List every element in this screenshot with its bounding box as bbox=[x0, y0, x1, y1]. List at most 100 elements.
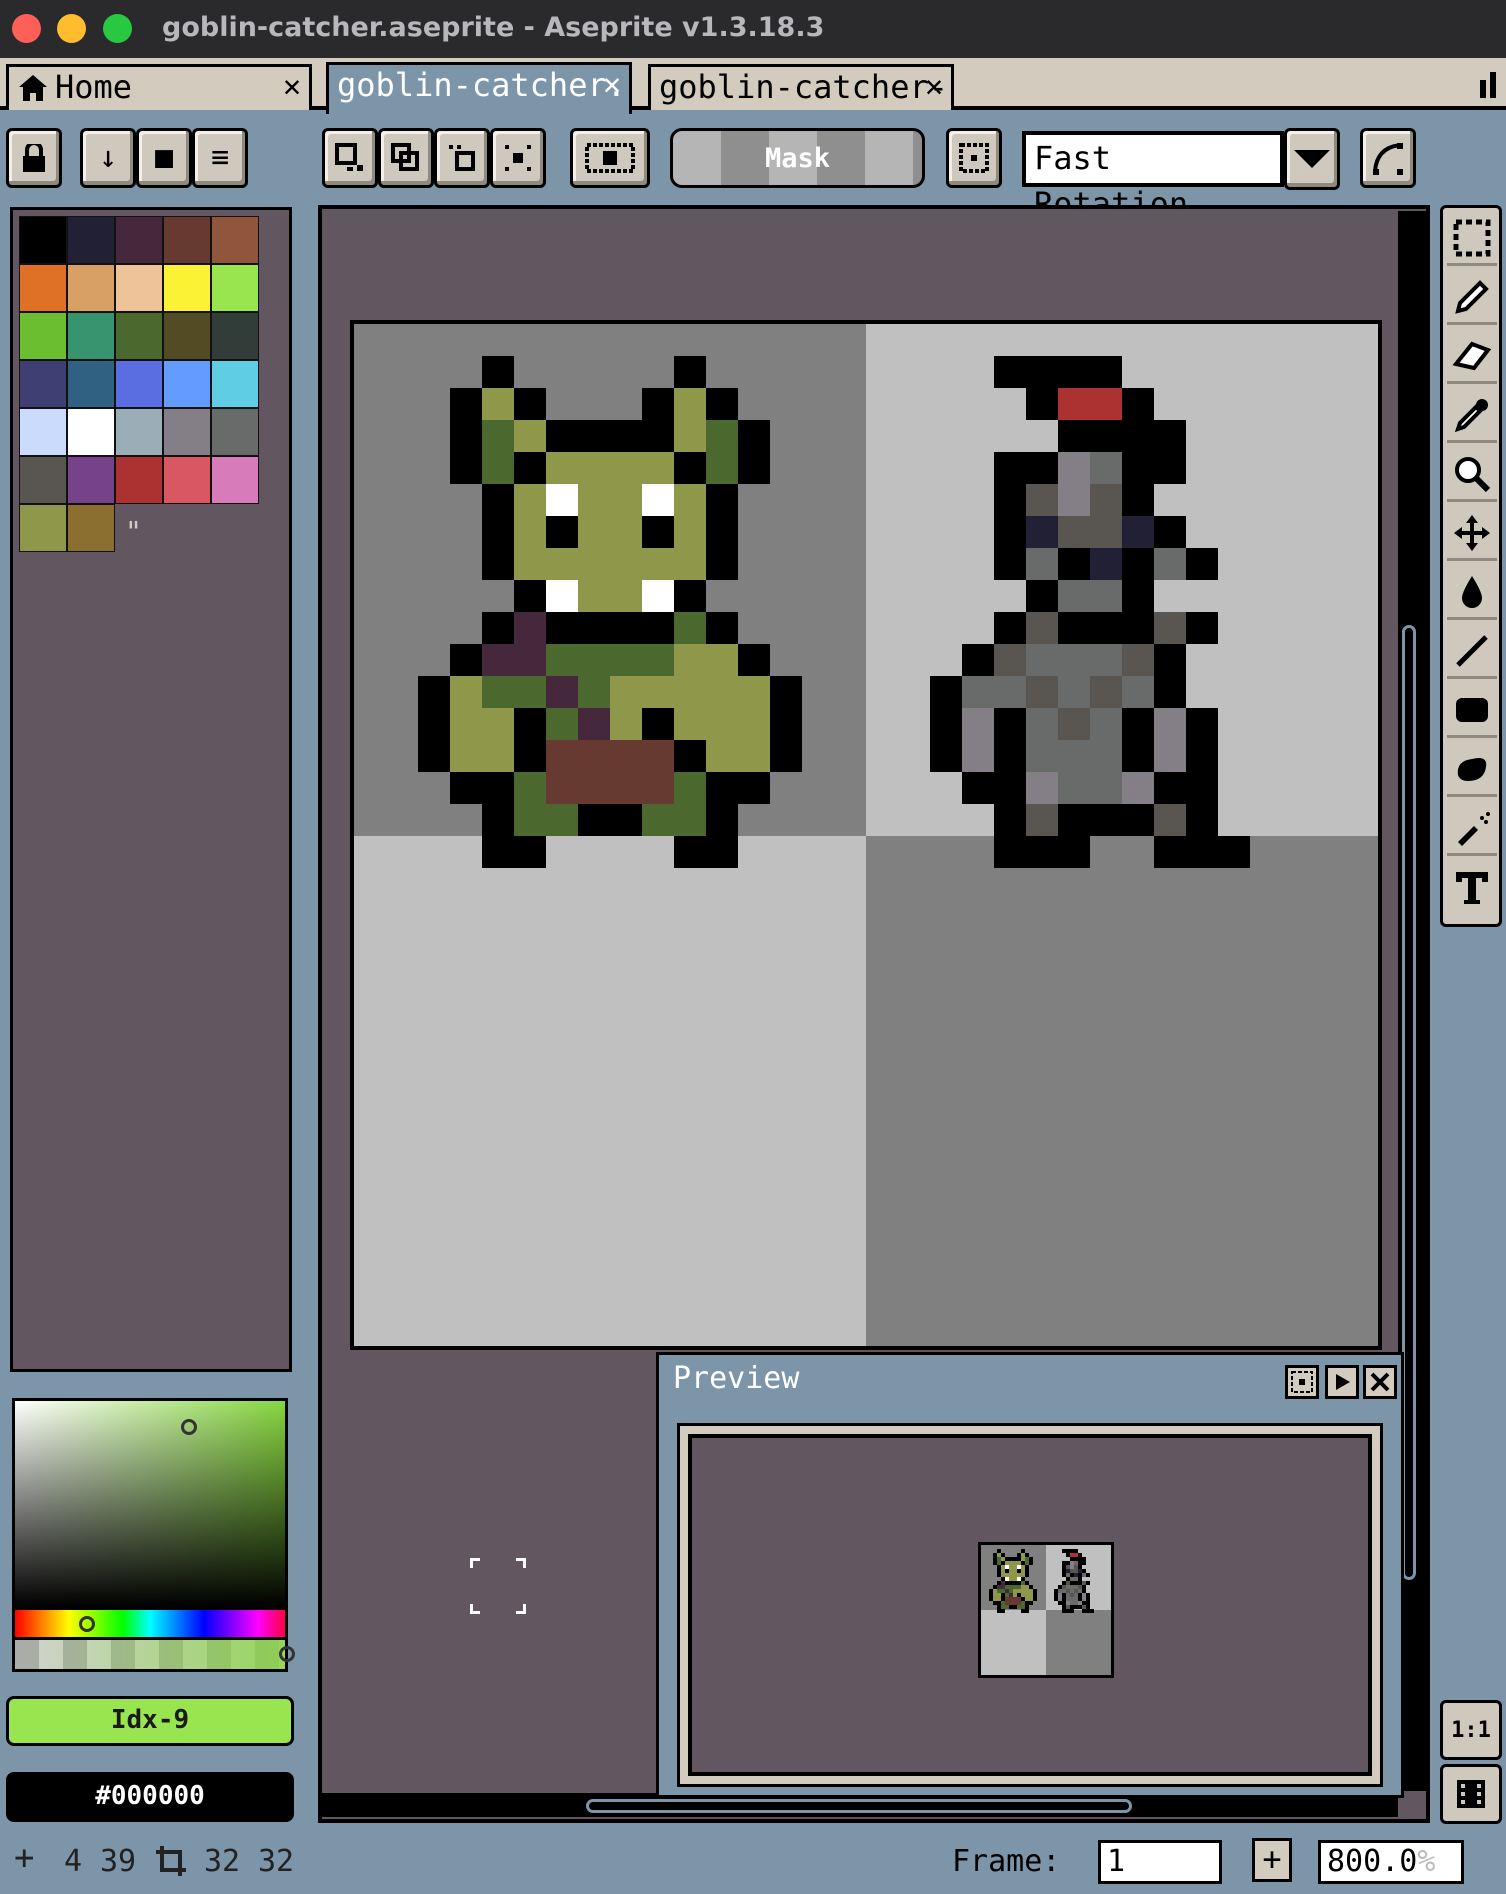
text-tool[interactable] bbox=[1447, 861, 1497, 915]
mask-color-button[interactable]: Mask bbox=[670, 128, 925, 188]
tab-goblin-catcher-2[interactable]: goblin-catcher- ✕ bbox=[648, 64, 954, 110]
new-frame-button[interactable]: + bbox=[1252, 1838, 1292, 1882]
palette-swatch[interactable] bbox=[211, 264, 259, 312]
sprite-pixel bbox=[1186, 740, 1218, 772]
zoom-window-button[interactable] bbox=[103, 14, 132, 43]
contour-tool[interactable] bbox=[1447, 743, 1497, 797]
close-window-button[interactable] bbox=[12, 14, 41, 43]
palette-swatch[interactable] bbox=[211, 216, 259, 264]
palette-swatch[interactable] bbox=[115, 360, 163, 408]
palette-swatch[interactable] bbox=[115, 264, 163, 312]
sprite-pixel bbox=[546, 420, 578, 452]
selection-replace-button[interactable] bbox=[322, 128, 378, 188]
palette-swatch[interactable] bbox=[115, 312, 163, 360]
palette-swatch[interactable] bbox=[211, 312, 259, 360]
palette-swatch[interactable] bbox=[67, 216, 115, 264]
tab-close-icon[interactable]: ✕ bbox=[603, 65, 621, 105]
pencil-tool[interactable] bbox=[1447, 271, 1497, 325]
preview-window[interactable]: Preview bbox=[656, 1352, 1404, 1798]
palette-swatch[interactable] bbox=[163, 312, 211, 360]
hue-slider[interactable] bbox=[12, 1610, 288, 1640]
eyedropper-tool[interactable] bbox=[1447, 389, 1497, 443]
palette-swatch[interactable] bbox=[163, 408, 211, 456]
line-tool[interactable] bbox=[1447, 625, 1497, 679]
sprite-pixel bbox=[1090, 356, 1122, 388]
sv-knob[interactable] bbox=[181, 1419, 197, 1435]
palette-resize-handle[interactable]: " bbox=[125, 515, 142, 548]
horizontal-scrollbar-thumb[interactable] bbox=[586, 1799, 1132, 1813]
layer-menu-button[interactable]: ≡ bbox=[192, 128, 248, 188]
palette-swatch[interactable] bbox=[67, 504, 115, 552]
alpha-knob[interactable] bbox=[279, 1646, 295, 1662]
palette-swatch[interactable] bbox=[19, 504, 67, 552]
palette-swatch[interactable] bbox=[19, 312, 67, 360]
rotation-dropdown-button[interactable] bbox=[1284, 128, 1340, 190]
palette-swatch[interactable] bbox=[211, 360, 259, 408]
palette-swatch[interactable] bbox=[67, 408, 115, 456]
background-color-button[interactable]: #000000 bbox=[6, 1772, 294, 1822]
palette-swatch[interactable] bbox=[19, 408, 67, 456]
palette-swatch[interactable] bbox=[163, 456, 211, 504]
new-layer-button[interactable]: ■ bbox=[136, 128, 192, 188]
rectangle-tool[interactable] bbox=[1447, 684, 1497, 738]
move-tool[interactable] bbox=[1447, 507, 1497, 561]
transform-options-button[interactable] bbox=[1360, 128, 1416, 188]
palette-swatch[interactable] bbox=[115, 456, 163, 504]
foreground-color-button[interactable]: Idx-9 bbox=[6, 1696, 294, 1746]
merge-down-button[interactable]: ↓ bbox=[80, 128, 136, 188]
hue-knob[interactable] bbox=[79, 1616, 95, 1632]
minimize-window-button[interactable] bbox=[57, 14, 86, 43]
checker-tile bbox=[866, 836, 1378, 1346]
tab-overflow-icon[interactable] bbox=[1480, 72, 1498, 98]
preview-viewport[interactable] bbox=[688, 1434, 1372, 1776]
selection-subtract-button[interactable] bbox=[434, 128, 490, 188]
zoom-tool[interactable] bbox=[1447, 448, 1497, 502]
palette-swatch[interactable] bbox=[163, 216, 211, 264]
tab-goblin-catcher-active[interactable]: goblin-catcher. ✕ bbox=[326, 62, 632, 114]
palette-swatch[interactable] bbox=[163, 360, 211, 408]
palette-swatch[interactable] bbox=[211, 456, 259, 504]
marquee-tool[interactable] bbox=[1447, 212, 1497, 266]
sprite-pixel bbox=[1029, 1601, 1033, 1605]
zoom-1-to-1-button[interactable]: 1:1 bbox=[1440, 1700, 1502, 1760]
palette-swatch[interactable] bbox=[115, 408, 163, 456]
palette-swatch[interactable] bbox=[163, 264, 211, 312]
sprite-pixel bbox=[1122, 772, 1154, 804]
preview-play-button[interactable] bbox=[1325, 1365, 1359, 1399]
selection-intersect-button[interactable] bbox=[490, 128, 546, 188]
vertical-scrollbar-thumb[interactable] bbox=[1402, 625, 1416, 1580]
paint-bucket-tool[interactable] bbox=[1447, 566, 1497, 620]
palette-swatch[interactable] bbox=[211, 408, 259, 456]
color-saturation-value-field[interactable] bbox=[12, 1398, 288, 1610]
transparent-color-button[interactable] bbox=[570, 128, 650, 188]
rotation-algorithm-select[interactable]: Fast Rotation bbox=[1022, 131, 1284, 223]
frame-input[interactable]: 1 bbox=[1098, 1840, 1222, 1884]
selection-add-button[interactable] bbox=[378, 128, 434, 188]
cursor-y: 39 bbox=[100, 1844, 137, 1879]
palette-swatch[interactable] bbox=[19, 216, 67, 264]
palette-swatch[interactable] bbox=[67, 360, 115, 408]
palette-swatch[interactable] bbox=[67, 456, 115, 504]
spray-tool[interactable] bbox=[1447, 802, 1497, 856]
alpha-slider[interactable] bbox=[12, 1640, 295, 1672]
tab-home-close-icon[interactable]: ✕ bbox=[283, 67, 301, 107]
palette-swatch[interactable] bbox=[67, 264, 115, 312]
tab-bar: Home ✕ goblin-catcher. ✕ goblin-catcher-… bbox=[0, 58, 1506, 114]
preview-center-button[interactable] bbox=[1285, 1365, 1319, 1399]
palette-swatch[interactable] bbox=[19, 360, 67, 408]
pivot-button[interactable] bbox=[946, 128, 1002, 188]
lock-button[interactable] bbox=[6, 128, 62, 188]
palette-swatch[interactable] bbox=[67, 312, 115, 360]
eraser-tool[interactable] bbox=[1447, 330, 1497, 384]
sprite-canvas[interactable] bbox=[350, 320, 1382, 1350]
timeline-toggle-button[interactable] bbox=[1440, 1764, 1502, 1824]
palette-swatch[interactable] bbox=[115, 216, 163, 264]
preview-close-button[interactable] bbox=[1363, 1365, 1397, 1399]
sprite-pixel bbox=[1026, 644, 1058, 676]
tab-home[interactable]: Home ✕ bbox=[6, 64, 312, 110]
zoom-input[interactable]: 800.0% bbox=[1318, 1840, 1464, 1884]
tab-close-icon-2[interactable]: ✕ bbox=[925, 67, 943, 107]
square-icon: ■ bbox=[154, 140, 174, 175]
palette-swatch[interactable] bbox=[19, 264, 67, 312]
palette-swatch[interactable] bbox=[19, 456, 67, 504]
